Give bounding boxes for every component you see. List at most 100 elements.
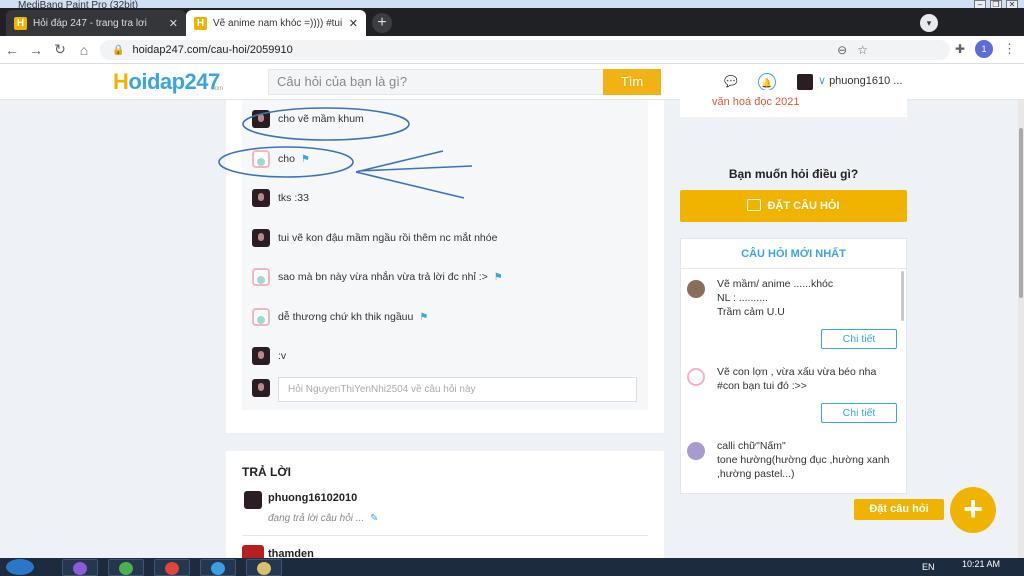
scrollbar[interactable] (901, 271, 904, 321)
chat-icon[interactable]: 💬 (722, 73, 740, 91)
tab-close-icon[interactable]: ✕ (169, 17, 178, 30)
comment-item: :v (252, 347, 286, 365)
ask-question-button[interactable]: ĐẶT CÂU HỎI (680, 190, 907, 222)
pencil-icon: ✎ (370, 513, 379, 524)
hoidap-favicon-icon: H (194, 16, 207, 30)
tab-label: Vẽ anime nam khóc =)))) #tui có (213, 17, 345, 29)
taskbar-app-paint[interactable] (246, 559, 282, 576)
avatar (687, 280, 705, 298)
report-flag-icon[interactable]: ⚑ (494, 272, 503, 283)
reply-avatar-row (252, 379, 278, 397)
zoom-icon[interactable]: ⊖ (837, 40, 847, 60)
bell-icon[interactable]: 🔔 (758, 73, 776, 91)
avatar[interactable] (252, 110, 270, 128)
avatar[interactable] (252, 308, 270, 326)
tab-hoidap-home[interactable]: H Hỏi đáp 247 - trang tra lơi ✕ (6, 10, 186, 36)
sidebar-top-card: văn hoá đọc 2021 (680, 90, 907, 117)
add-question-fab[interactable]: + (950, 487, 996, 533)
extensions-icon[interactable]: ✚ (955, 42, 965, 56)
question-text: calli chữ"Nấm" tone hường(hường đục ,hườ… (717, 440, 890, 480)
comments-card: cho vẽ mầm khum cho ⚑ tks :33 tui vẽ kon… (226, 100, 664, 433)
comment-item: sao mà bn này vừa nhắn vừa trả lời đc nh… (252, 268, 503, 286)
report-flag-icon[interactable]: ⚑ (419, 312, 428, 323)
logo-domain: .com (210, 86, 224, 92)
clock[interactable]: 10:21 AM (962, 559, 1000, 569)
avatar (252, 379, 270, 397)
comment-item: tks :33 (252, 189, 309, 207)
tab-close-icon[interactable]: ✕ (349, 17, 358, 30)
browser-tab-bar: H Hỏi đáp 247 - trang tra lơi ✕ H Vẽ ani… (0, 8, 1024, 36)
tab-search-icon[interactable]: ▾ (920, 14, 938, 32)
logo-h: H (113, 69, 129, 94)
hoidap-favicon-icon: H (14, 16, 27, 30)
avatar[interactable] (252, 347, 270, 365)
comment-text: sao mà bn này vừa nhắn vừa trả lời đc nh… (278, 271, 488, 283)
report-flag-icon[interactable]: ⚑ (301, 154, 310, 165)
app-icon (211, 562, 225, 575)
home-icon[interactable]: ⌂ (72, 42, 96, 58)
avatar (687, 442, 705, 460)
avatar[interactable] (252, 150, 270, 168)
profile-avatar[interactable]: 1 (975, 40, 993, 58)
detail-button[interactable]: Chi tiết (821, 403, 897, 423)
taskbar-app-visual-studio[interactable] (62, 559, 98, 576)
answer-status: đang trả lời câu hỏi ... ✎ (268, 513, 379, 524)
divider (242, 535, 648, 536)
paint-icon (257, 562, 271, 575)
question-text: Vẽ con lợn , vừa xấu vừa béo nha #con bạ… (717, 366, 877, 392)
detail-button[interactable]: Chi tiết (821, 329, 897, 349)
comment-text: cho vẽ mầm khum (278, 113, 364, 125)
comment-text: tks :33 (278, 192, 309, 204)
avatar (687, 368, 705, 386)
user-avatar[interactable] (797, 74, 813, 90)
answers-title: TRẢ LỜI (242, 465, 291, 479)
taskbar-app-medibang[interactable] (108, 559, 144, 576)
new-tab-button[interactable]: + (372, 13, 392, 33)
start-button[interactable] (6, 559, 34, 575)
tab-current-question[interactable]: H Vẽ anime nam khóc =)))) #tui có ✕ (186, 10, 366, 36)
forward-icon[interactable]: → (24, 42, 48, 58)
search-input[interactable]: Câu hỏi của bạn là gì? (268, 69, 603, 95)
back-icon[interactable]: ← (0, 42, 24, 58)
site-logo[interactable]: Hoidap247 (113, 69, 220, 95)
ask-button-label: ĐẶT CÂU HỎI (767, 200, 840, 212)
browser-menu-icon[interactable]: ⋮ (1003, 41, 1016, 57)
lock-icon: 🔒 (112, 44, 125, 56)
comment-item: dễ thương chứ kh thik ngầuu ⚑ (252, 308, 428, 326)
logo-text: oidap247 (128, 69, 220, 94)
chrome-icon (165, 562, 179, 575)
sidebar-top-link[interactable]: văn hoá đọc 2021 (712, 96, 799, 108)
language-indicator[interactable]: EN (922, 562, 935, 572)
reply-input[interactable]: Hỏi NguyenThiYenNhi2504 về câu hỏi này (278, 377, 637, 402)
user-menu[interactable]: ∨ phuong1610 ... (818, 74, 902, 87)
comment-text: dễ thương chứ kh thik ngầuu (278, 311, 414, 323)
chevron-down-icon: ∨ (818, 75, 827, 87)
page-scrollbar-thumb[interactable] (1019, 128, 1023, 298)
avatar[interactable] (252, 189, 270, 207)
answers-card: TRẢ LỜI phuong16102010 đang trả lời câu … (226, 451, 664, 567)
comment-text: :v (278, 350, 287, 362)
ask-title: Bạn muốn hỏi điều gì? (728, 167, 859, 181)
reload-icon[interactable]: ↻ (48, 41, 72, 58)
comment-item: cho vẽ mầm khum (252, 110, 364, 128)
avatar[interactable] (252, 268, 270, 286)
os-taskbar: EN 10:21 AM (0, 558, 1024, 576)
taskbar-app-chrome[interactable] (154, 559, 190, 576)
comment-text: tui vẽ kon đậu mầm ngầu rồi thêm nc mắt … (278, 232, 498, 244)
browser-toolbar-icons: ✚ 1 ⋮ (955, 40, 1016, 58)
taskbar-app-krita[interactable] (200, 559, 236, 576)
answer-username[interactable]: phuong16102010 (268, 492, 357, 504)
avatar[interactable] (252, 229, 270, 247)
tab-label: Hỏi đáp 247 - trang tra lơi (33, 17, 147, 29)
search-button[interactable]: Tìm (603, 69, 661, 95)
username: phuong1610 ... (829, 75, 903, 87)
fab-label[interactable]: Đặt câu hỏi (854, 499, 944, 520)
app-icon (119, 562, 133, 575)
address-bar: ← → ↻ ⌂ 🔒 hoidap247.com/cau-hoi/2059910 … (0, 36, 1024, 64)
answer-status-text: đang trả lời câu hỏi ... (268, 513, 365, 524)
url-field[interactable]: 🔒 hoidap247.com/cau-hoi/2059910 ⊖ ☆ (100, 40, 950, 60)
comments-list: cho vẽ mầm khum cho ⚑ tks :33 tui vẽ kon… (242, 100, 648, 410)
avatar[interactable] (244, 491, 262, 509)
app-icon (73, 562, 87, 575)
bookmark-star-icon[interactable]: ☆ (857, 40, 868, 60)
